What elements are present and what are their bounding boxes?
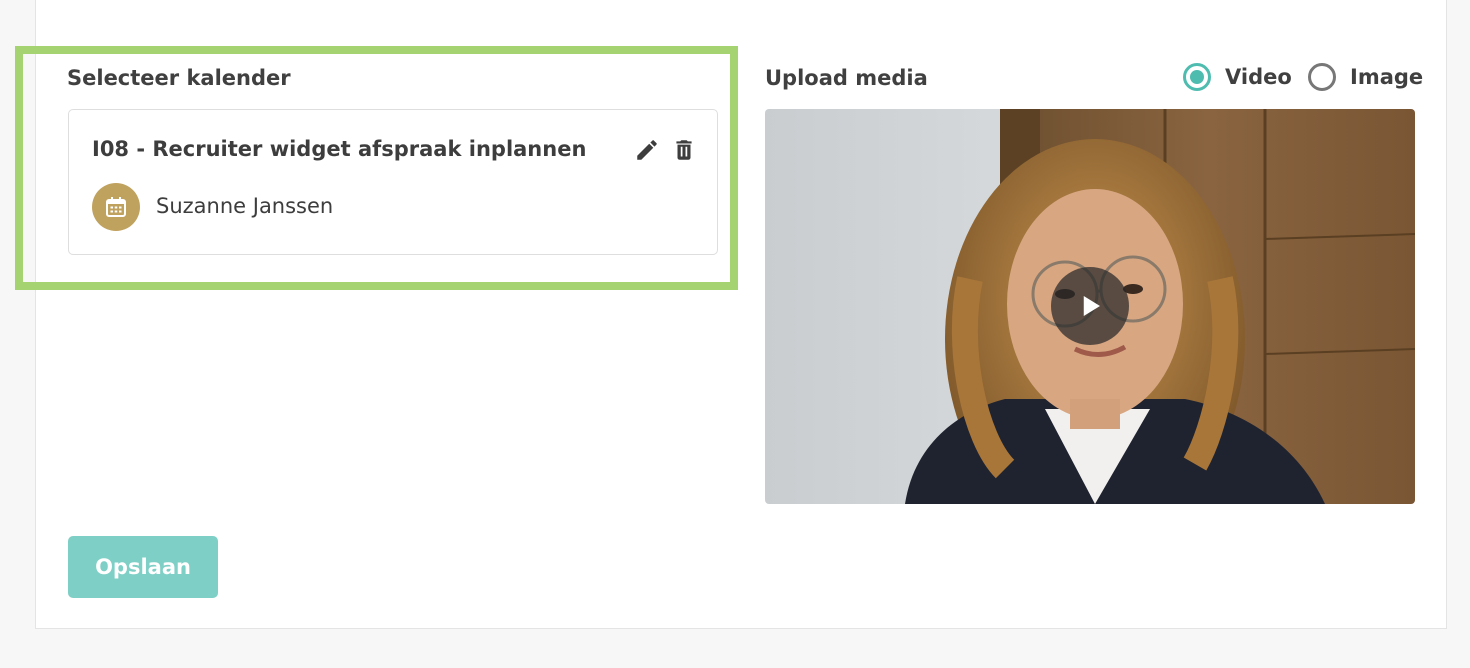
- save-button[interactable]: Opslaan: [68, 536, 218, 598]
- video-player[interactable]: [765, 109, 1415, 504]
- radio-video-dot: [1190, 70, 1204, 84]
- calendar-section-title: Selecteer kalender: [67, 66, 291, 90]
- radio-image[interactable]: Image: [1308, 63, 1423, 91]
- owner-avatar: [92, 183, 140, 231]
- play-icon: [1083, 296, 1100, 316]
- radio-video[interactable]: Video: [1183, 63, 1292, 91]
- calendar-name: I08 - Recruiter widget afspraak inplanne…: [92, 137, 587, 161]
- calendar-icon: [106, 197, 126, 217]
- trash-icon[interactable]: [671, 137, 697, 163]
- media-section-title: Upload media: [765, 66, 928, 90]
- radio-image-circle[interactable]: [1308, 63, 1336, 91]
- radio-video-label: Video: [1225, 65, 1292, 89]
- owner-name: Suzanne Janssen: [156, 194, 334, 218]
- pencil-icon[interactable]: [634, 137, 660, 163]
- calendar-card[interactable]: I08 - Recruiter widget afspraak inplanne…: [68, 109, 718, 255]
- radio-video-circle[interactable]: [1183, 63, 1211, 91]
- play-button[interactable]: [1051, 267, 1129, 345]
- radio-image-label: Image: [1350, 65, 1424, 89]
